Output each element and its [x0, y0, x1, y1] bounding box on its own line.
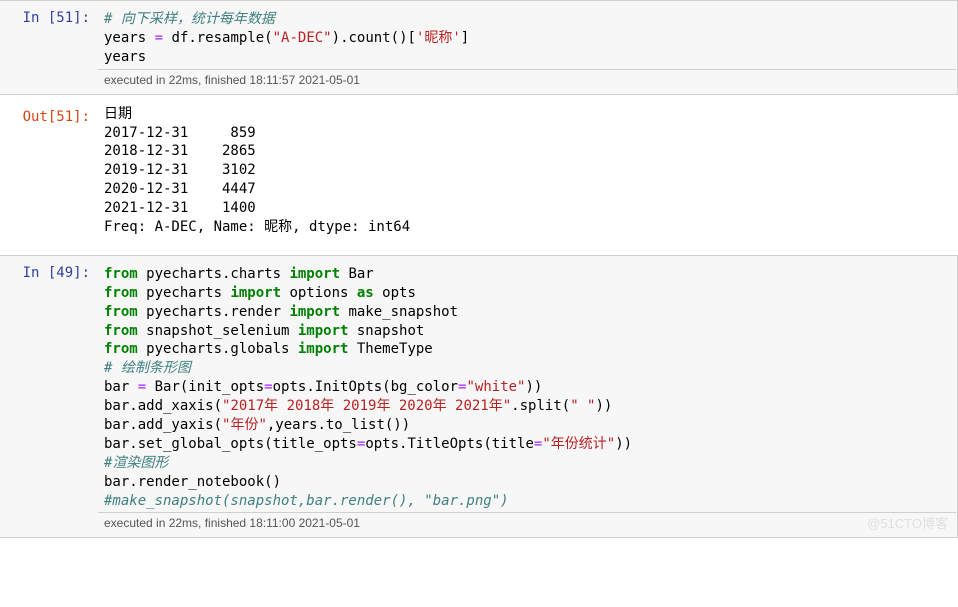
cell-body: # 向下采样，统计每年数据 years = df.resample("A-DEC…: [98, 6, 956, 90]
output-prompt: Out[51]:: [0, 105, 98, 237]
output-text: 日期 2017-12-31 859 2018-12-31 2865 2019-1…: [98, 105, 957, 237]
execution-status: executed in 22ms, finished 18:11:00 2021…: [98, 512, 956, 533]
output-cell: Out[51]: 日期 2017-12-31 859 2018-12-31 28…: [0, 95, 958, 255]
code-area[interactable]: from pyecharts.charts import Bar from py…: [98, 261, 956, 513]
cell-body: 日期 2017-12-31 859 2018-12-31 2865 2019-1…: [98, 105, 957, 237]
code-cell: In [49]: from pyecharts.charts import Ba…: [0, 255, 958, 539]
execution-status: executed in 22ms, finished 18:11:57 2021…: [98, 69, 956, 90]
cell-body: from pyecharts.charts import Bar from py…: [98, 261, 956, 534]
input-prompt: In [49]:: [0, 261, 98, 534]
input-prompt: In [51]:: [0, 6, 98, 90]
code-cell: In [51]: # 向下采样，统计每年数据 years = df.resamp…: [0, 0, 958, 95]
code-area[interactable]: # 向下采样，统计每年数据 years = df.resample("A-DEC…: [98, 6, 956, 69]
